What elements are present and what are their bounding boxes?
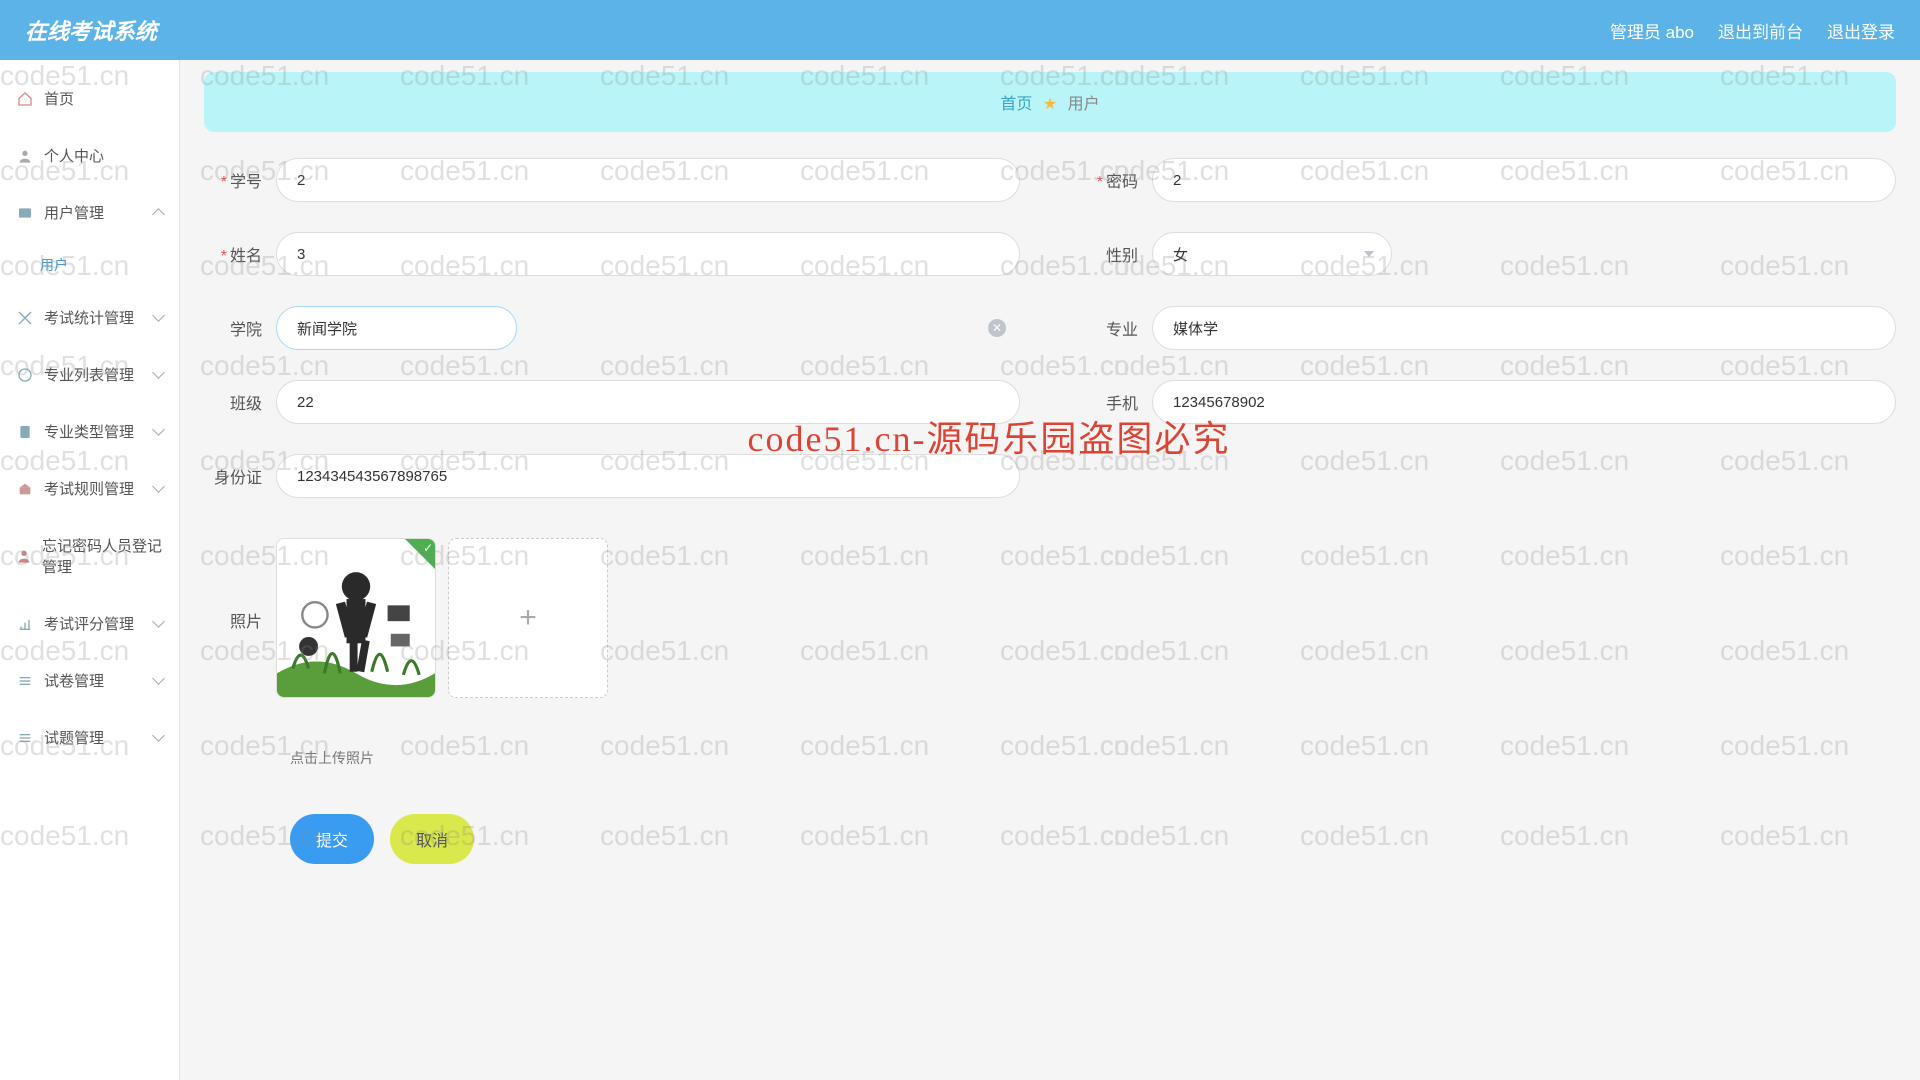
nav-label: 首页 — [44, 88, 74, 109]
nav-label: 个人中心 — [44, 145, 104, 166]
score-icon — [16, 615, 34, 633]
admin-user-link[interactable]: 管理员 abo — [1610, 18, 1694, 43]
label-password: *密码 — [1080, 168, 1152, 192]
plus-icon: + — [519, 601, 537, 635]
upload-add-button[interactable]: + — [448, 538, 608, 698]
college-input[interactable] — [276, 306, 517, 350]
app-header: 在线考试系统 管理员 abo 退出到前台 退出登录 — [0, 0, 1920, 60]
breadcrumb-home[interactable]: 首页 — [1000, 96, 1032, 113]
nav-label: 考试统计管理 — [44, 307, 134, 328]
major-input[interactable] — [1152, 306, 1896, 350]
label-major: 专业 — [1080, 316, 1152, 340]
label-name: *姓名 — [204, 242, 276, 266]
list-icon — [16, 366, 34, 384]
question-icon — [16, 729, 34, 747]
breadcrumb: 首页 ★ 用户 — [204, 72, 1896, 132]
password-input[interactable] — [1152, 158, 1896, 202]
header-actions: 管理员 abo 退出到前台 退出登录 — [1610, 18, 1895, 43]
nav-question-mgmt[interactable]: 试题管理 — [0, 709, 179, 766]
clear-icon[interactable]: ✕ — [988, 319, 1006, 337]
label-college: 学院 — [204, 316, 276, 340]
nav-profile[interactable]: 个人中心 — [0, 127, 179, 184]
label-photo: 照片 — [204, 538, 276, 632]
user-form: *学号 *密码 *姓名 性别 学院 — [204, 158, 1896, 864]
check-icon — [405, 539, 435, 569]
nav-exam-score[interactable]: 考试评分管理 — [0, 595, 179, 652]
main-content: 首页 ★ 用户 *学号 *密码 *姓名 性别 — [180, 60, 1920, 1080]
home-icon — [16, 90, 34, 108]
cancel-button[interactable]: 取消 — [390, 814, 474, 864]
rules-icon — [16, 480, 34, 498]
idcard-input[interactable] — [276, 454, 1020, 498]
breadcrumb-current: 用户 — [1068, 96, 1100, 113]
nav-home[interactable]: 首页 — [0, 70, 179, 127]
label-idcard: 身份证 — [204, 464, 276, 488]
nav-label: 专业列表管理 — [44, 364, 134, 385]
paper-icon — [16, 672, 34, 690]
nav-paper-mgmt[interactable]: 试卷管理 — [0, 652, 179, 709]
star-icon: ★ — [1043, 96, 1057, 113]
upload-hint: 点击上传照片 — [204, 748, 1896, 768]
nav-label: 考试评分管理 — [44, 613, 134, 634]
label-phone: 手机 — [1080, 390, 1152, 414]
back-to-front-link[interactable]: 退出到前台 — [1718, 18, 1803, 43]
lock-user-icon — [16, 547, 32, 565]
nav-label: 忘记密码人员登记管理 — [42, 535, 163, 577]
nav-label: 专业类型管理 — [44, 421, 134, 442]
logout-link[interactable]: 退出登录 — [1827, 18, 1895, 43]
user-icon — [16, 147, 34, 165]
type-icon — [16, 423, 34, 441]
nav-label: 用户管理 — [44, 202, 104, 223]
label-gender: 性别 — [1080, 242, 1152, 266]
submit-button[interactable]: 提交 — [290, 814, 374, 864]
label-student-id: *学号 — [204, 168, 276, 192]
class-input[interactable] — [276, 380, 1020, 424]
chevron-down-icon — [1364, 251, 1374, 257]
sidebar: 首页 个人中心 用户管理 用户 考试统计管理 专业列表管理 专业类型管理 考试规… — [0, 60, 180, 1080]
nav-forgot-pwd[interactable]: 忘记密码人员登记管理 — [0, 517, 179, 595]
nav-sub-user[interactable]: 用户 — [0, 241, 179, 289]
nav-exam-stats[interactable]: 考试统计管理 — [0, 289, 179, 346]
nav-major-type[interactable]: 专业类型管理 — [0, 403, 179, 460]
nav-label: 试卷管理 — [44, 670, 104, 691]
uploaded-photo[interactable] — [276, 538, 436, 698]
stats-icon — [16, 309, 34, 327]
users-icon — [16, 204, 34, 222]
label-class: 班级 — [204, 390, 276, 414]
name-input[interactable] — [276, 232, 1020, 276]
nav-label: 试题管理 — [44, 727, 104, 748]
phone-input[interactable] — [1152, 380, 1896, 424]
nav-exam-rules[interactable]: 考试规则管理 — [0, 460, 179, 517]
student-id-input[interactable] — [276, 158, 1020, 202]
nav-label: 考试规则管理 — [44, 478, 134, 499]
nav-major-list[interactable]: 专业列表管理 — [0, 346, 179, 403]
nav-user-mgmt[interactable]: 用户管理 — [0, 184, 179, 241]
gender-select[interactable] — [1152, 232, 1392, 276]
app-title: 在线考试系统 — [25, 14, 157, 46]
